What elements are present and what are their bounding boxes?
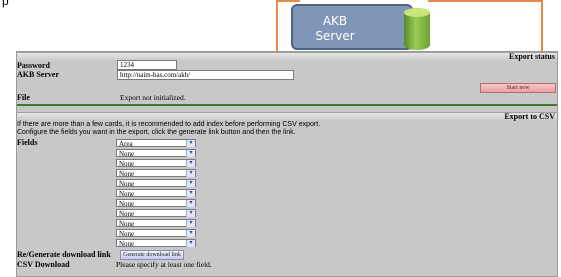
csv-info-line1: If there are more than a few cards, it i… <box>17 121 321 128</box>
field-select[interactable]: None ▾ <box>116 179 196 188</box>
server-label-line2: Server <box>315 29 355 43</box>
field-select[interactable]: None ▾ <box>116 239 196 248</box>
fields-label: Fields <box>17 138 38 147</box>
field-select[interactable]: None ▾ <box>116 159 196 168</box>
field-select-value: None <box>119 210 135 218</box>
field-select[interactable]: None ▾ <box>116 149 196 158</box>
field-select-value: None <box>119 190 135 198</box>
connector-line-top-right <box>428 0 542 2</box>
password-label: Password <box>17 61 50 70</box>
akb-server-label: AKB Server <box>17 70 59 79</box>
field-select[interactable]: None ▾ <box>116 199 196 208</box>
csv-info-line2: Configure the fields you want in the exp… <box>17 129 296 136</box>
chevron-down-icon[interactable]: ▾ <box>186 190 195 197</box>
slide-text-fragment: p <box>2 0 9 8</box>
field-select[interactable]: None ▾ <box>116 169 196 178</box>
connector-line-top <box>276 0 300 2</box>
field-select-value: None <box>119 220 135 228</box>
regenerate-label: Re/Generate download link <box>17 250 111 259</box>
field-select[interactable]: None ▾ <box>116 209 196 218</box>
export-csv-header: Export to CSV <box>17 112 557 121</box>
export-status-header: Export status <box>17 52 557 61</box>
field-select-value: None <box>119 240 135 248</box>
field-select[interactable]: None ▾ <box>116 219 196 228</box>
akb-server-box: AKB Server <box>291 4 413 50</box>
chevron-down-icon[interactable]: ▾ <box>186 180 195 187</box>
chevron-down-icon[interactable]: ▾ <box>186 240 195 247</box>
chevron-down-icon[interactable]: ▾ <box>186 230 195 237</box>
csv-download-label: CSV Download <box>17 260 70 269</box>
field-select-value: Area <box>119 140 133 148</box>
file-label: File <box>17 93 30 102</box>
field-select-value: None <box>119 160 135 168</box>
chevron-down-icon[interactable]: ▾ <box>186 170 195 177</box>
chevron-down-icon[interactable]: ▾ <box>186 160 195 167</box>
field-select-value: None <box>119 200 135 208</box>
field-select[interactable]: None ▾ <box>116 229 196 238</box>
field-select[interactable]: None ▾ <box>116 189 196 198</box>
field-select-value: None <box>119 170 135 178</box>
chevron-down-icon[interactable]: ▾ <box>186 140 195 147</box>
server-label-line1: AKB <box>322 14 348 28</box>
file-status-text: Export not initialized. <box>120 93 186 102</box>
password-input[interactable]: 1234 <box>117 60 177 70</box>
start-new-button[interactable]: Start new <box>480 83 556 93</box>
akb-server-input[interactable]: http://naim-bas.com/akb/ <box>117 70 294 80</box>
chevron-down-icon[interactable]: ▾ <box>186 220 195 227</box>
field-select-value: None <box>119 180 135 188</box>
export-panel: Export status Password 1234 AKB Server h… <box>16 51 558 277</box>
generate-download-link-button[interactable]: Generate download link <box>120 250 184 260</box>
field-select-value: None <box>119 150 135 158</box>
chevron-down-icon[interactable]: ▾ <box>186 200 195 207</box>
field-select[interactable]: Area ▾ <box>116 139 196 148</box>
section-divider <box>17 104 557 106</box>
database-cylinder-icon <box>404 8 430 50</box>
connector-line-right <box>541 0 543 52</box>
field-select-value: None <box>119 230 135 238</box>
chevron-down-icon[interactable]: ▾ <box>186 210 195 217</box>
chevron-down-icon[interactable]: ▾ <box>186 150 195 157</box>
csv-download-text: Please specify at least one field. <box>116 260 212 269</box>
